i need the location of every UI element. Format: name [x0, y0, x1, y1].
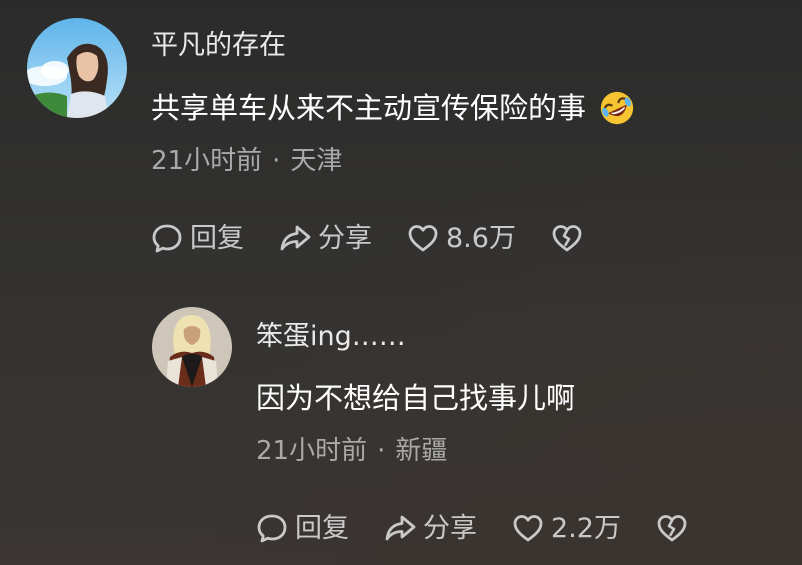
reply-meta: 21小时前 · 新疆: [256, 438, 447, 464]
reply-label: 回复: [295, 512, 349, 544]
avatar[interactable]: [152, 307, 232, 387]
reply-text: 因为不想给自己找事儿啊: [256, 378, 575, 418]
like-button[interactable]: 8.6万: [406, 221, 516, 255]
rofl-emoji-icon: [598, 89, 636, 127]
share-button[interactable]: 分享: [278, 221, 372, 255]
share-label: 分享: [318, 222, 372, 254]
speech-bubble-icon: [150, 221, 190, 255]
reply-button[interactable]: 回复: [255, 511, 349, 545]
like-count: 8.6万: [446, 222, 516, 254]
like-button[interactable]: 2.2万: [511, 511, 621, 545]
reply-button[interactable]: 回复: [150, 221, 244, 255]
heart-outline-icon: [406, 221, 446, 255]
like-count: 2.2万: [551, 512, 621, 544]
comment-location: 天津: [290, 146, 343, 176]
heart-outline-icon: [511, 511, 551, 545]
dislike-button[interactable]: [655, 511, 689, 545]
comment-meta: 21小时前 · 天津: [151, 148, 342, 174]
comment-time: 21小时前: [151, 146, 263, 176]
dislike-button[interactable]: [550, 221, 584, 255]
comment-actions: 回复 分享 8.6万: [150, 221, 618, 255]
reply-label: 回复: [190, 222, 244, 254]
share-arrow-icon: [278, 221, 318, 255]
share-button[interactable]: 分享: [383, 511, 477, 545]
reply-time: 21小时前: [256, 436, 368, 466]
reply-text-content: 因为不想给自己找事儿啊: [256, 380, 576, 415]
avatar[interactable]: [27, 18, 127, 118]
comment-text-content: 共享单车从来不主动宣传保险的事: [151, 90, 587, 125]
broken-heart-icon: [550, 221, 584, 255]
meta-separator: ·: [377, 436, 386, 466]
share-label: 分享: [423, 512, 477, 544]
comment-username[interactable]: 平凡的存在: [151, 32, 286, 59]
comment-text: 共享单车从来不主动宣传保险的事: [151, 88, 636, 128]
reply-location: 新疆: [395, 436, 448, 466]
reply-username[interactable]: 笨蛋ing……: [256, 323, 406, 350]
share-arrow-icon: [383, 511, 423, 545]
speech-bubble-icon: [255, 511, 295, 545]
reply-actions: 回复 分享 2.2万: [255, 511, 723, 545]
broken-heart-icon: [655, 511, 689, 545]
meta-separator: ·: [272, 146, 281, 176]
